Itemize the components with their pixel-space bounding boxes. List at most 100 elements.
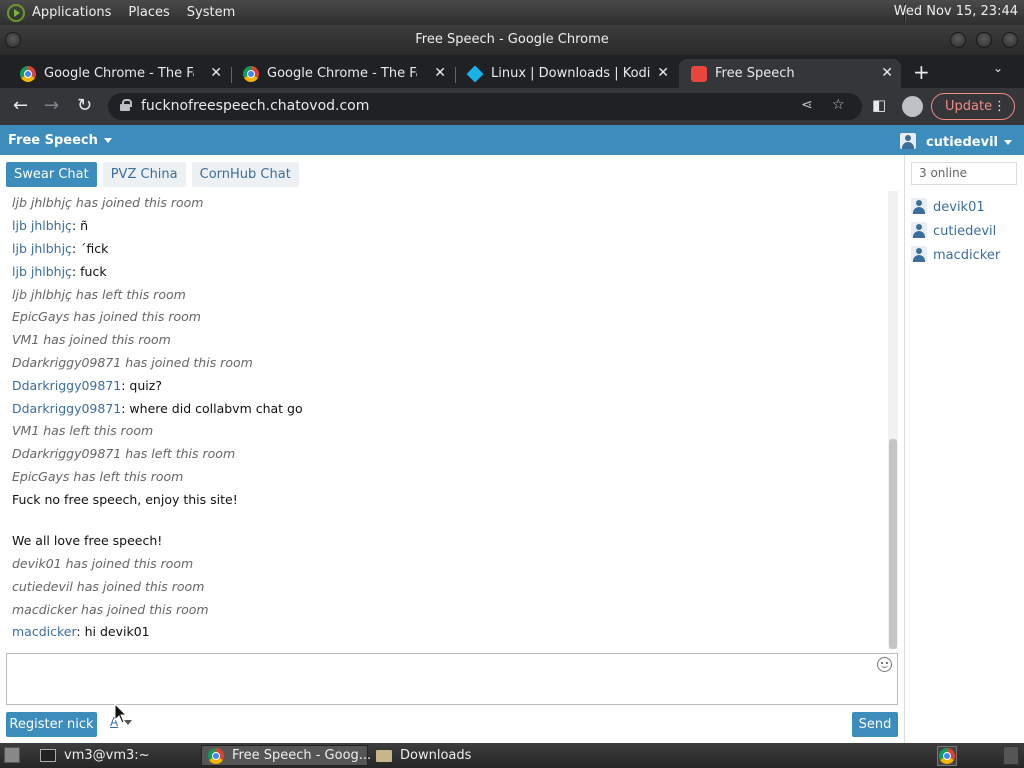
system-message: devik01 has joined this room	[12, 556, 194, 571]
clock[interactable]: Wed Nov 15, 23:44	[894, 4, 1018, 19]
task-terminal[interactable]: vm3@vm3:~	[34, 745, 194, 766]
tab-label: Free Speech	[715, 66, 795, 81]
user-name[interactable]: macdicker	[933, 248, 1000, 263]
tab-pvz-china[interactable]: PVZ China	[102, 162, 186, 187]
mouse-pointer-icon	[114, 703, 128, 724]
lock-icon[interactable]	[120, 99, 132, 111]
message-nick[interactable]: macdicker	[12, 624, 76, 639]
user-list-item[interactable]: cutiedevil	[911, 222, 996, 239]
user-name[interactable]: devik01	[933, 200, 985, 215]
profile-avatar-icon[interactable]	[902, 96, 923, 117]
user-list-item[interactable]: macdicker	[911, 246, 1000, 263]
system-message: Ddarkriggy09871 has joined this room	[12, 355, 253, 370]
chat-message: ljb jhlbhjç: ´fick	[12, 241, 108, 256]
back-icon[interactable]: ←	[13, 95, 28, 116]
minimize-icon[interactable]	[950, 32, 966, 48]
system-message: macdicker has joined this room	[12, 602, 209, 617]
chat-message: macdicker: hi devik01	[12, 624, 150, 639]
close-tab-icon[interactable]: ✕	[657, 65, 669, 81]
register-nick-button[interactable]: Register nick	[6, 712, 97, 737]
close-tab-icon[interactable]: ✕	[881, 65, 893, 81]
system-message: VM1 has left this room	[12, 423, 154, 438]
terminal-icon	[40, 749, 56, 762]
window-titlebar[interactable]: Free Speech - Google Chrome	[0, 25, 1024, 55]
taskbar: vm3@vm3:~ Free Speech - Goog... Download…	[0, 743, 1024, 768]
task-label: Downloads	[400, 748, 472, 763]
kodi-icon	[466, 65, 484, 82]
room-title: Free Speech	[8, 133, 98, 148]
menu-dots-icon[interactable]: ⋮	[993, 94, 1006, 119]
message-scrollbar[interactable]	[888, 191, 898, 649]
task-downloads[interactable]: Downloads	[370, 745, 530, 766]
top-panel: Applications Places System Wed Nov 15, 2…	[0, 0, 1024, 25]
update-button[interactable]: Update ⋮	[931, 93, 1015, 120]
room-title-menu[interactable]: Free Speech	[8, 133, 112, 148]
bookmark-star-icon[interactable]: ☆	[832, 97, 845, 113]
tray-chrome-icon[interactable]	[937, 746, 957, 766]
tab-chrome-2[interactable]: Google Chrome - The Fast & Secure ✕	[231, 59, 454, 88]
tab-cornhub-chat[interactable]: CornHub Chat	[191, 162, 299, 187]
new-tab-icon[interactable]: +	[913, 60, 930, 84]
room-tabs: Swear Chat PVZ China CornHub Chat	[6, 162, 305, 187]
message-input[interactable]	[6, 653, 898, 705]
share-icon[interactable]: ⋖	[801, 97, 813, 113]
notice-message: We all love free speech!	[12, 533, 163, 548]
address-bar[interactable]: fucknofreespeech.chatovod.com ⋖ ☆	[108, 93, 862, 120]
tab-strip: Google Chrome - The Fast & Secure ✕ Goog…	[0, 55, 1024, 88]
message-nick[interactable]: Ddarkriggy09871	[12, 378, 121, 393]
url-text[interactable]: fucknofreespeech.chatovod.com	[141, 98, 369, 114]
workspace-switcher[interactable]	[1003, 746, 1019, 765]
message-nick[interactable]: ljb jhlbhjç	[12, 264, 72, 279]
window-menu-icon[interactable]	[5, 32, 21, 48]
send-button[interactable]: Send	[852, 712, 898, 737]
browser-toolbar: ← → ↻ fucknofreespeech.chatovod.com ⋖ ☆ …	[0, 88, 1024, 125]
message-text: : quiz?	[121, 378, 162, 393]
message-text: : where did collabvm chat go	[121, 401, 303, 416]
tab-label: Google Chrome - The Fast & Secure	[44, 66, 194, 81]
user-menu[interactable]: cutiedevil	[900, 133, 1012, 150]
message-text: : fuck	[71, 264, 107, 279]
message-nick[interactable]: ljb jhlbhjç	[12, 218, 72, 233]
tab-search-chevron-icon[interactable]: ⌄	[993, 61, 1003, 75]
reload-icon[interactable]: ↻	[77, 95, 92, 116]
task-chrome[interactable]: Free Speech - Goog...	[201, 745, 372, 766]
scrollbar-thumb[interactable]	[889, 439, 897, 649]
message-list[interactable]: ljb jhlbhjç has joined this room ljb jhl…	[0, 191, 886, 649]
close-window-icon[interactable]	[1002, 32, 1018, 48]
user-icon	[911, 246, 927, 262]
tab-free-speech[interactable]: Free Speech ✕	[679, 59, 901, 88]
user-icon	[911, 222, 927, 238]
chat-header: Free Speech cutiedevil	[0, 125, 1024, 155]
user-list-item[interactable]: devik01	[911, 198, 985, 215]
distro-logo-icon[interactable]	[7, 3, 25, 22]
applications-menu[interactable]: Applications	[32, 5, 111, 20]
close-tab-icon[interactable]: ✕	[434, 65, 446, 81]
message-nick[interactable]: ljb jhlbhjç	[12, 241, 72, 256]
task-label: Free Speech - Goog...	[232, 748, 372, 763]
side-panel-icon[interactable]: ◧	[872, 96, 886, 114]
tab-chrome-1[interactable]: Google Chrome - The Fast & Secure ✕	[8, 59, 230, 88]
tab-label: Google Chrome - The Fast & Secure	[267, 66, 417, 81]
window-title: Free Speech - Google Chrome	[415, 32, 609, 47]
show-desktop-icon[interactable]	[4, 747, 20, 763]
chrome-icon	[208, 747, 224, 764]
online-users-panel: 3 online devik01 cutiedevil macdicker	[904, 155, 1024, 743]
tab-kodi[interactable]: Linux | Downloads | Kodi ✕	[455, 59, 677, 88]
chrome-icon	[939, 748, 955, 764]
tab-swear-chat[interactable]: Swear Chat	[6, 162, 97, 187]
forward-icon[interactable]: →	[44, 95, 59, 116]
user-icon	[900, 133, 917, 149]
message-text: : ´fick	[71, 241, 109, 256]
close-tab-icon[interactable]: ✕	[210, 65, 222, 81]
system-menu[interactable]: System	[187, 5, 235, 20]
user-name[interactable]: cutiedevil	[933, 224, 996, 239]
maximize-icon[interactable]	[976, 32, 992, 48]
chevron-down-icon	[103, 138, 112, 143]
system-message: VM1 has joined this room	[12, 332, 171, 347]
message-nick[interactable]: Ddarkriggy09871	[12, 401, 121, 416]
system-message: ljb jhlbhjç has left this room	[12, 287, 186, 302]
system-message: EpicGays has left this room	[12, 469, 184, 484]
places-menu[interactable]: Places	[128, 5, 169, 20]
chrome-icon	[243, 65, 259, 82]
smiley-icon[interactable]	[877, 657, 892, 672]
